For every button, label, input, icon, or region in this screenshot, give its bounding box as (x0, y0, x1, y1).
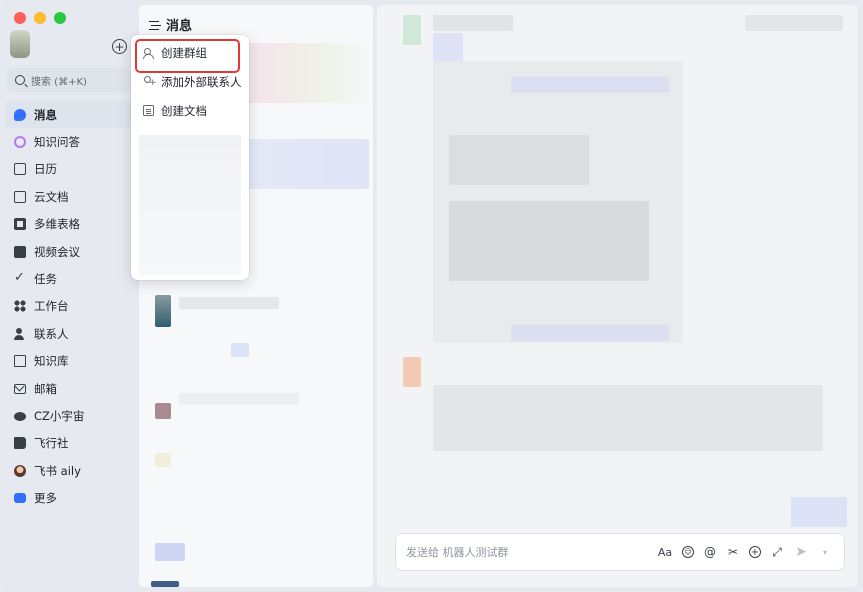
sidebar-item-label: 多维表格 (34, 217, 80, 232)
create-doc-icon (143, 105, 154, 116)
menu-item-label: 创建文档 (161, 103, 207, 118)
cloud-doc-icon (14, 190, 26, 203)
aily-avatar-icon (14, 464, 26, 477)
message-icon (14, 108, 26, 121)
blurred-message-line (449, 201, 649, 281)
sidebar-item-label: 工作台 (34, 299, 69, 314)
contacts-icon (14, 327, 26, 340)
sidebar-item-more[interactable]: 更多 (5, 484, 132, 511)
blurred-avatar (155, 295, 171, 327)
page-title: 消息 (166, 19, 193, 34)
blurred-message-line (511, 77, 669, 93)
sidebar-item-workplace[interactable]: 工作台 (5, 293, 132, 320)
sidebar-item-wiki[interactable]: 知识库 (5, 348, 132, 375)
blurred-text (179, 297, 279, 309)
menu-item-add-external-contact[interactable]: 添加外部联系人 (131, 67, 249, 96)
format-text-icon[interactable]: Aa (657, 545, 673, 559)
create-dropdown-menu: 创建群组 添加外部联系人 创建文档 (131, 35, 249, 280)
menu-item-create-doc[interactable]: 创建文档 (131, 96, 249, 125)
sidebar-item-cloud-docs[interactable]: 云文档 (5, 183, 132, 210)
sidebar-item-label: 云文档 (34, 189, 69, 204)
sidebar-item-label: CZ小宇宙 (34, 408, 85, 423)
blurred-avatar (155, 403, 171, 419)
sidebar: + 搜索 (⌘+K) 消息 知识问答 日历 云文档 多维表格 视频会议 ✓ 任务… (0, 0, 136, 592)
blurred-avatar (155, 543, 185, 561)
sidebar-nav: 消息 知识问答 日历 云文档 多维表格 视频会议 ✓ 任务 工作台 联系人 知识… (5, 101, 132, 512)
sidebar-item-mail[interactable]: 邮箱 (5, 375, 132, 402)
blurred-menu-content (139, 135, 241, 275)
sidebar-item-label: 飞行社 (34, 436, 69, 451)
expand-composer-icon[interactable]: ⤢ (770, 545, 784, 559)
sidebar-item-cz-universe[interactable]: CZ小宇宙 (5, 402, 132, 429)
composer-placeholder: 发送给 机器人测试群 (406, 546, 509, 559)
menu-item-label: 创建群组 (161, 45, 207, 60)
blurred-message-card (433, 33, 463, 63)
workplace-grid-icon (14, 300, 26, 313)
sidebar-item-contacts[interactable]: 联系人 (5, 320, 132, 347)
composer-toolbar: Aa ☺ @ ✂ + ⤢ ➤ ▾ (657, 544, 844, 560)
sidebar-item-base[interactable]: 多维表格 (5, 211, 132, 238)
chat-panel: 发送给 机器人测试群 Aa ☺ @ ✂ + ⤢ ➤ ▾ (377, 5, 858, 587)
create-group-icon (143, 47, 154, 59)
blurred-text (151, 581, 179, 587)
search-icon (15, 75, 25, 85)
sidebar-item-calendar[interactable]: 日历 (5, 156, 132, 183)
mention-icon[interactable]: @ (703, 545, 717, 559)
search-input[interactable]: 搜索 (⌘+K) (7, 68, 131, 92)
create-plus-button[interactable]: + (112, 39, 127, 54)
sidebar-item-flying-club[interactable]: 飞行社 (5, 430, 132, 457)
sidebar-item-label: 更多 (34, 491, 57, 506)
wiki-icon (14, 355, 26, 368)
list-toggle-icon[interactable] (149, 20, 159, 30)
planet-icon (14, 412, 26, 422)
sidebar-item-messages[interactable]: 消息 (5, 101, 132, 129)
user-avatar[interactable] (10, 30, 30, 58)
sidebar-item-label: 飞书 aily (34, 463, 81, 478)
blurred-avatar (155, 453, 171, 467)
knowledge-qa-icon (14, 136, 26, 149)
blurred-message-line (449, 135, 589, 185)
message-composer[interactable]: 发送给 机器人测试群 Aa ☺ @ ✂ + ⤢ ➤ ▾ (395, 533, 845, 571)
blurred-message-card (791, 497, 847, 527)
base-table-icon (14, 218, 26, 231)
blurred-text (179, 393, 299, 405)
sidebar-item-label: 消息 (34, 107, 57, 122)
search-placeholder: 搜索 (⌘+K) (31, 76, 87, 88)
add-attachment-icon[interactable]: + (749, 546, 761, 558)
mail-icon (14, 383, 26, 394)
sidebar-item-label: 知识问答 (34, 135, 80, 150)
menu-item-label: 添加外部联系人 (161, 74, 242, 89)
blurred-chat-header (403, 15, 421, 45)
sidebar-item-label: 日历 (34, 162, 57, 177)
add-external-contact-icon (143, 76, 157, 88)
sidebar-item-label: 视频会议 (34, 244, 80, 259)
blurred-header-buttons (745, 15, 843, 31)
send-icon[interactable]: ➤ (793, 544, 809, 560)
screenshot-scissors-icon[interactable]: ✂ (726, 545, 740, 559)
conversation-list-header: 消息 (149, 15, 192, 34)
blurred-avatar (403, 357, 421, 387)
sidebar-item-label: 联系人 (34, 326, 69, 341)
sidebar-item-aily[interactable]: 飞书 aily (5, 457, 132, 484)
sidebar-item-tasks[interactable]: 任务 (5, 265, 132, 292)
task-check-icon (14, 270, 26, 285)
emoji-icon[interactable]: ☺ (682, 546, 694, 558)
blurred-message-line (511, 325, 669, 341)
blurred-message-card (433, 385, 823, 451)
book-icon (14, 437, 26, 450)
app-window: + 搜索 (⌘+K) 消息 知识问答 日历 云文档 多维表格 视频会议 ✓ 任务… (0, 0, 863, 592)
video-meeting-icon (14, 245, 26, 258)
sidebar-item-label: 邮箱 (34, 381, 57, 396)
menu-item-create-group[interactable]: 创建群组 (131, 38, 249, 73)
more-apps-icon (14, 493, 26, 504)
sidebar-item-label: 知识库 (34, 354, 69, 369)
sidebar-item-video-meeting[interactable]: 视频会议 (5, 238, 132, 265)
blurred-chat-header (433, 15, 513, 31)
calendar-icon (14, 163, 26, 176)
send-options-chevron-icon[interactable]: ▾ (818, 545, 832, 559)
blurred-avatar (231, 343, 249, 357)
sidebar-item-knowledge-qa[interactable]: 知识问答 (5, 128, 132, 155)
sidebar-item-label: 任务 (34, 272, 57, 287)
